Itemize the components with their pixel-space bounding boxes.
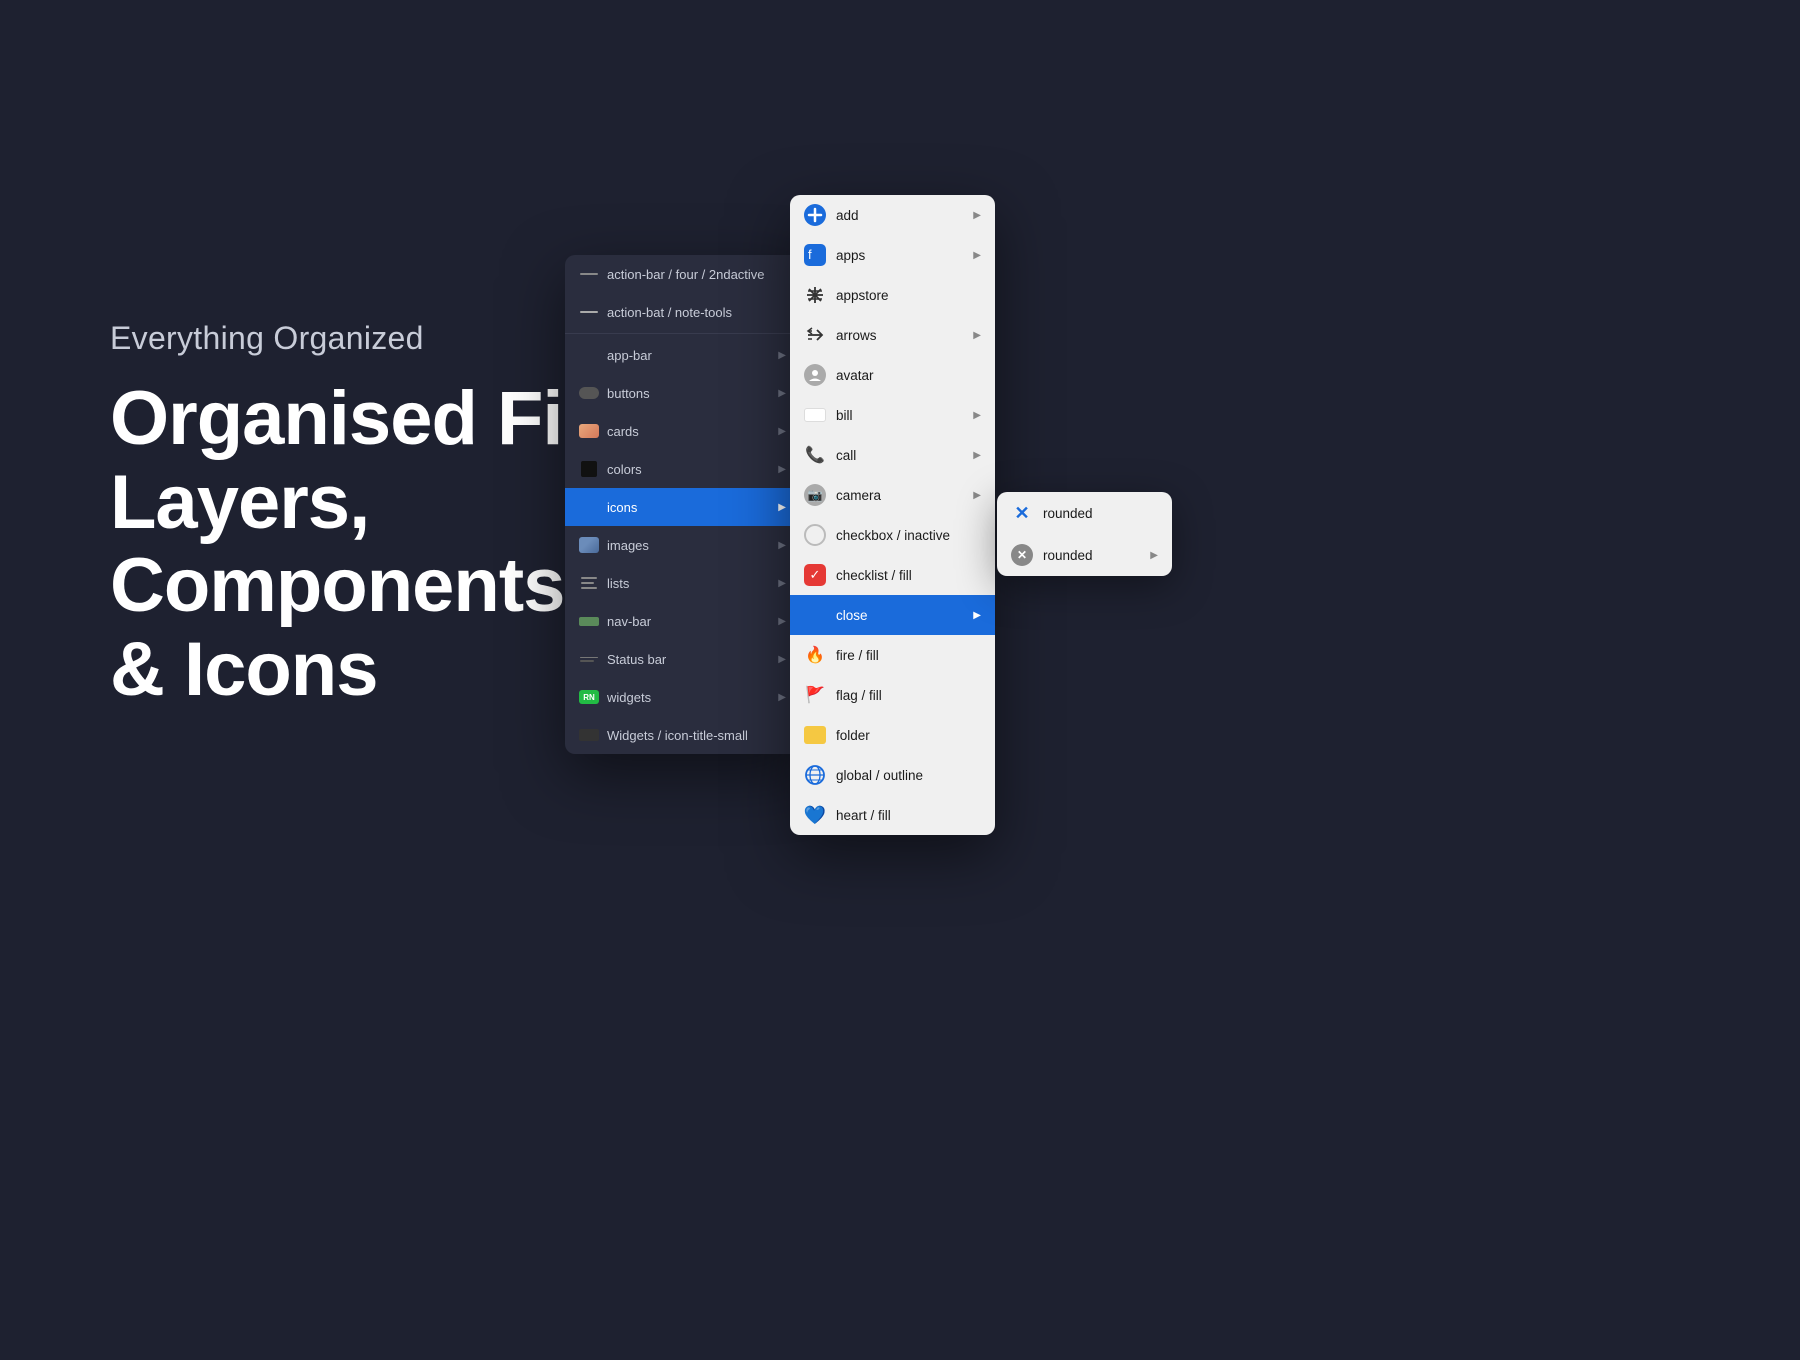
icons-item-bill[interactable]: bill ▶ <box>790 395 995 435</box>
chevron-icon: ▶ <box>1150 550 1158 561</box>
layers-item-colors[interactable]: colors ▶ <box>565 450 800 488</box>
close-submenu: ✕ rounded ✕ rounded ▶ <box>997 492 1172 576</box>
layers-item-widgets[interactable]: RN widgets ▶ <box>565 678 800 716</box>
icons-item-add[interactable]: add ▶ <box>790 195 995 235</box>
chevron-icon: ▶ <box>973 610 981 621</box>
icons-item-global[interactable]: global / outline <box>790 755 995 795</box>
layers-item-action-bat[interactable]: action-bat / note-tools <box>565 293 800 331</box>
layers-item-icons[interactable]: icons ▶ <box>565 488 800 526</box>
chevron-icon: ▶ <box>973 450 981 461</box>
chevron-icon: ▶ <box>778 578 786 589</box>
chevron-icon: ▶ <box>778 654 786 665</box>
icons-item-arrows[interactable]: arrows ▶ <box>790 315 995 355</box>
layers-item-lists[interactable]: lists ▶ <box>565 564 800 602</box>
chevron-icon: ▶ <box>973 250 981 261</box>
chevron-icon: ▶ <box>778 350 786 361</box>
layers-item-status-bar[interactable]: Status bar ▶ <box>565 640 800 678</box>
layers-item-action-bar[interactable]: action-bar / four / 2ndactive <box>565 255 800 293</box>
chevron-icon: ▶ <box>778 426 786 437</box>
layers-item-images[interactable]: images ▶ <box>565 526 800 564</box>
icons-item-folder[interactable]: folder <box>790 715 995 755</box>
chevron-icon: ▶ <box>778 388 786 399</box>
icons-item-close[interactable]: close ▶ <box>790 595 995 635</box>
chevron-icon: ▶ <box>778 616 786 627</box>
icons-item-checkbox[interactable]: checkbox / inactive <box>790 515 995 555</box>
chevron-icon: ▶ <box>973 490 981 501</box>
chevron-icon: ▶ <box>778 464 786 475</box>
layers-item-nav-bar[interactable]: nav-bar ▶ <box>565 602 800 640</box>
layers-item-buttons[interactable]: buttons ▶ <box>565 374 800 412</box>
icons-item-checklist[interactable]: ✓ checklist / fill <box>790 555 995 595</box>
layers-item-cards[interactable]: cards ▶ <box>565 412 800 450</box>
chevron-icon: ▶ <box>778 540 786 551</box>
chevron-icon: ▶ <box>973 410 981 421</box>
layers-item-app-bar[interactable]: app-bar ▶ <box>565 336 800 374</box>
chevron-icon: ▶ <box>778 502 786 513</box>
layers-item-widgets-icon[interactable]: Widgets / icon-title-small <box>565 716 800 754</box>
layers-panel: action-bar / four / 2ndactive action-bat… <box>565 255 800 754</box>
chevron-icon: ▶ <box>973 330 981 341</box>
icons-item-apps[interactable]: f apps ▶ <box>790 235 995 275</box>
icons-item-flag[interactable]: 🚩 flag / fill <box>790 675 995 715</box>
chevron-icon: ▶ <box>778 692 786 703</box>
icons-panel: add ▶ f apps ▶ appstore <box>790 195 995 835</box>
submenu-item-rounded-2[interactable]: ✕ rounded ▶ <box>997 534 1172 576</box>
icons-item-avatar[interactable]: avatar <box>790 355 995 395</box>
svg-text:f: f <box>808 248 812 262</box>
icons-item-fire[interactable]: 🔥 fire / fill <box>790 635 995 675</box>
icons-item-heart[interactable]: 💙 heart / fill <box>790 795 995 835</box>
chevron-icon: ▶ <box>973 210 981 221</box>
icons-item-call[interactable]: 📞 call ▶ <box>790 435 995 475</box>
icons-item-appstore[interactable]: appstore <box>790 275 995 315</box>
submenu-item-rounded-1[interactable]: ✕ rounded <box>997 492 1172 534</box>
icons-item-camera[interactable]: 📷 camera ▶ <box>790 475 995 515</box>
